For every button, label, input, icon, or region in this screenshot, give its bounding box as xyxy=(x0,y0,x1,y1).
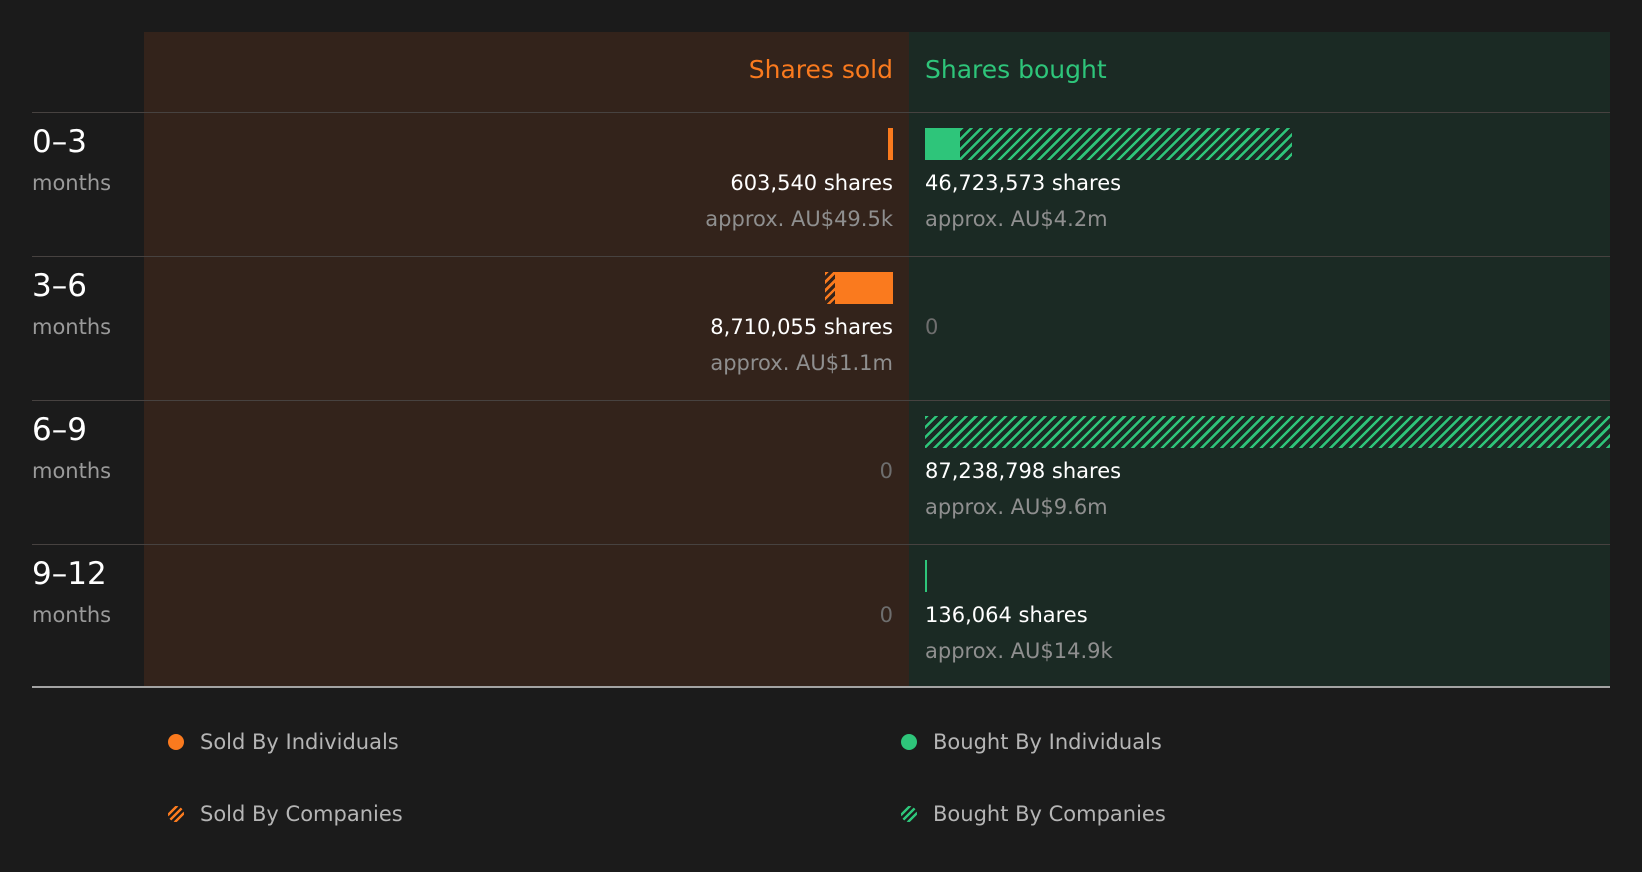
period-unit: months xyxy=(32,171,112,195)
legend-label: Sold By Individuals xyxy=(200,730,399,754)
shares-bought-header: Shares bought xyxy=(925,55,1107,84)
bought-bar xyxy=(925,416,1610,448)
period-range: 3–6 xyxy=(32,268,87,304)
bought-cell: 0 xyxy=(925,256,1610,400)
sold-zero-value: 0 xyxy=(879,459,893,483)
bought-by-companies-bar xyxy=(960,128,1292,160)
shares-sold-header: Shares sold xyxy=(748,55,893,84)
sold-approx-value: approx. AU$49.5k xyxy=(705,207,893,231)
table-row: 0–3 months 603,540 shares approx. AU$49.5k 4… xyxy=(0,112,1642,256)
sold-by-companies-bar xyxy=(824,272,836,304)
bought-approx-value: approx. AU$9.6m xyxy=(925,495,1108,519)
bought-cell: 136,064 shares approx. AU$14.9k xyxy=(925,544,1610,688)
chart-baseline xyxy=(32,686,1610,688)
period-unit: months xyxy=(32,603,112,627)
legend-item[interactable]: Sold By Individuals xyxy=(168,727,399,757)
period-range: 9–12 xyxy=(32,556,107,592)
legend-label: Bought By Individuals xyxy=(933,730,1162,754)
sold-cell: 0 xyxy=(144,544,893,688)
sold-by-individuals-bar xyxy=(888,128,893,160)
legend-item[interactable]: Bought By Companies xyxy=(901,799,1166,829)
bought-shares-label: 136,064 shares xyxy=(925,603,1088,627)
bought-approx-value: approx. AU$14.9k xyxy=(925,639,1113,663)
bought-bar xyxy=(925,272,1610,304)
sold-bar xyxy=(144,128,893,160)
hatched-swatch-icon xyxy=(168,806,184,822)
bought-bar xyxy=(925,560,1610,592)
bought-cell: 46,723,573 shares approx. AU$4.2m xyxy=(925,112,1610,256)
bought-approx-value: approx. AU$4.2m xyxy=(925,207,1108,231)
bought-by-companies-bar xyxy=(925,416,1610,448)
bought-shares-label: 46,723,573 shares xyxy=(925,171,1122,195)
legend-item[interactable]: Bought By Individuals xyxy=(901,727,1162,757)
bought-zero-value: 0 xyxy=(925,315,939,339)
period-unit: months xyxy=(32,459,112,483)
sold-shares-label: 8,710,055 shares xyxy=(710,315,893,339)
sold-bar xyxy=(144,560,893,592)
sold-approx-value: approx. AU$1.1m xyxy=(710,351,893,375)
table-row: 9–12 months 0 136,064 shares approx. AU$14.9… xyxy=(0,544,1642,688)
sold-shares-label: 603,540 shares xyxy=(730,171,893,195)
period-range: 0–3 xyxy=(32,124,87,160)
legend-item[interactable]: Sold By Companies xyxy=(168,799,403,829)
period-range: 6–9 xyxy=(32,412,87,448)
sold-cell: 603,540 shares approx. AU$49.5k xyxy=(144,112,893,256)
sold-bar xyxy=(144,416,893,448)
sold-bar xyxy=(144,272,893,304)
solid-swatch-icon xyxy=(901,734,917,750)
hatched-swatch-icon xyxy=(901,806,917,822)
legend-label: Sold By Companies xyxy=(200,802,403,826)
solid-swatch-icon xyxy=(168,734,184,750)
period-unit: months xyxy=(32,315,112,339)
legend-label: Bought By Companies xyxy=(933,802,1166,826)
sold-cell: 8,710,055 shares approx. AU$1.1m xyxy=(144,256,893,400)
bought-by-individuals-bar xyxy=(925,128,961,160)
bought-by-individuals-bar xyxy=(925,560,927,592)
sold-by-individuals-bar xyxy=(835,272,893,304)
bought-cell: 87,238,798 shares approx. AU$9.6m xyxy=(925,400,1610,544)
sold-zero-value: 0 xyxy=(879,603,893,627)
bought-bar xyxy=(925,128,1610,160)
table-row: 6–9 months 0 87,238,798 shares approx. AU$9.… xyxy=(0,400,1642,544)
bought-shares-label: 87,238,798 shares xyxy=(925,459,1122,483)
sold-cell: 0 xyxy=(144,400,893,544)
table-row: 3–6 months 8,710,055 shares approx. AU$1.1m… xyxy=(0,256,1642,400)
